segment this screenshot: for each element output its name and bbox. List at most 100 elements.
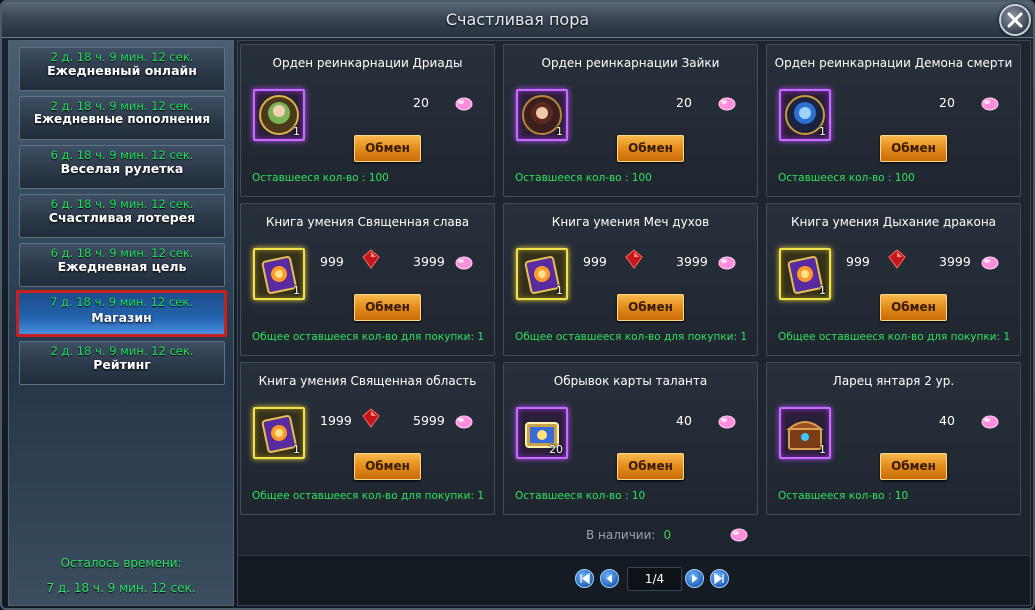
sidebar-item-label: Ежедневные пополнения [33, 112, 211, 126]
available-value: 0 [663, 528, 672, 542]
remaining-stock: Оставшееся кол-во : 100 [515, 172, 652, 184]
ruby-price: 999 [583, 254, 607, 269]
pink-gem-icon [455, 97, 473, 111]
remaining-time-value: 7 д. 18 ч. 9 мин. 12 сек. [46, 581, 196, 595]
item-slot[interactable]: 1 [516, 89, 568, 141]
ruby-price: 1999 [320, 413, 352, 428]
shop-window: Счастливая пора 2 д. 18 ч. 9 мин. 12 сек… [0, 0, 1035, 610]
title-bar: Счастливая пора [2, 2, 1033, 38]
gem-price: 5999 [413, 413, 445, 428]
available-label: В наличии: [586, 528, 656, 542]
sidebar-item-daily-goal[interactable]: 6 д. 18 ч. 9 мин. 12 сек. Ежедневная цел… [19, 243, 225, 287]
exchange-button[interactable]: Обмен [354, 453, 421, 480]
sidebar-item-label: Магазин [91, 310, 152, 325]
sidebar-item-label: Рейтинг [93, 357, 151, 372]
gem-price: 3999 [676, 254, 708, 269]
exchange-button[interactable]: Обмен [354, 294, 421, 321]
sidebar-item-shop[interactable]: 7 д. 18 ч. 9 мин. 12 сек. Магазин [16, 290, 227, 337]
shop-item-card: Орден реинкарнации Дриады 1 20 Обмен Оставше… [240, 44, 495, 197]
exchange-button[interactable]: Обмен [354, 135, 421, 162]
close-icon [1007, 12, 1023, 28]
item-title: Орден реинкарнации Зайки [541, 56, 720, 70]
item-title: Орден реинкарнации Демона смерти [774, 56, 1013, 70]
gem-price: 40 [939, 413, 955, 428]
last-page-button[interactable] [710, 569, 729, 588]
remaining-stock: Оставшееся кол-во : 100 [252, 172, 389, 184]
ruby-price: 999 [846, 254, 870, 269]
prev-page-icon [606, 574, 612, 583]
shop-item-card: Орден реинкарнации Демона смерти 1 20 Обмен… [766, 44, 1021, 197]
item-slot[interactable]: 1 [516, 248, 568, 300]
close-button[interactable] [999, 4, 1031, 36]
item-quantity: 20 [549, 443, 563, 456]
item-slot[interactable]: 1 [779, 89, 831, 141]
event-timer: 7 д. 18 ч. 9 мин. 12 сек. [50, 295, 193, 309]
remaining-stock: Оставшееся кол-во : 10 [778, 490, 909, 502]
remaining-stock: Оставшееся кол-во : 10 [515, 490, 646, 502]
sidebar-item-label: Веселая рулетка [60, 161, 184, 176]
sidebar-item-lottery[interactable]: 6 д. 18 ч. 9 мин. 12 сек. Счастливая лот… [19, 194, 225, 238]
remaining-stock: Оставшееся кол-во : 100 [778, 172, 915, 184]
pink-gem-icon [981, 97, 999, 111]
exchange-button[interactable]: Обмен [617, 294, 684, 321]
item-slot[interactable]: 1 [253, 248, 305, 300]
next-page-button[interactable] [685, 569, 704, 588]
pink-gem-icon [718, 97, 736, 111]
shop-item-card: Ларец янтаря 2 ур. 1 40 Обмен Оставшееся кол… [766, 362, 1021, 515]
remaining-stock: Общее оставшееся кол-во для покупки: 1 [778, 331, 1011, 343]
pink-gem-icon [455, 256, 473, 270]
item-title: Ларец янтаря 2 ур. [832, 374, 955, 388]
exchange-button[interactable]: Обмен [880, 294, 947, 321]
remaining-stock: Общее оставшееся кол-во для покупки: 1 [252, 490, 485, 502]
remaining-stock: Общее оставшееся кол-во для покупки: 1 [252, 331, 485, 343]
sidebar-item-daily-online[interactable]: 2 д. 18 ч. 9 мин. 12 сек. Ежедневный онл… [19, 47, 225, 91]
item-quantity: 1 [293, 284, 300, 297]
item-title: Книга умения Священная область [258, 374, 477, 388]
remaining-time-label: Осталось времени: [60, 556, 182, 570]
shop-panel: Орден реинкарнации Дриады 1 20 Обмен Оставше… [237, 40, 1031, 606]
item-slot[interactable]: 1 [253, 89, 305, 141]
pink-gem-icon [455, 415, 473, 429]
exchange-button[interactable]: Обмен [880, 453, 947, 480]
sidebar-item-label: Счастливая лотерея [48, 210, 196, 225]
item-slot[interactable]: 1 [779, 248, 831, 300]
item-slot[interactable]: 20 [516, 407, 568, 459]
shop-item-card: Книга умения Священная область 1 1999 5999 О… [240, 362, 495, 515]
exchange-button[interactable]: Обмен [880, 135, 947, 162]
item-quantity: 1 [293, 125, 300, 138]
sidebar-item-roulette[interactable]: 6 д. 18 ч. 9 мин. 12 сек. Веселая рулетк… [19, 145, 225, 189]
ruby-icon [625, 249, 643, 269]
gem-price: 20 [676, 95, 692, 110]
first-page-icon [580, 573, 590, 584]
pink-gem-icon [718, 256, 736, 270]
prev-page-button[interactable] [600, 569, 619, 588]
pagination: 1/4 [238, 555, 1030, 605]
ruby-price: 999 [320, 254, 344, 269]
pink-gem-icon [730, 528, 748, 542]
item-quantity: 1 [556, 284, 563, 297]
pink-gem-icon [718, 415, 736, 429]
sidebar-item-daily-topups[interactable]: 2 д. 18 ч. 9 мин. 12 сек. Ежедневные поп… [19, 96, 225, 140]
sidebar-item-label: Ежедневная цель [57, 259, 187, 274]
first-page-button[interactable] [575, 569, 594, 588]
exchange-button[interactable]: Обмен [617, 453, 684, 480]
gem-price: 20 [939, 95, 955, 110]
item-title: Книга умения Меч духов [551, 215, 710, 229]
sidebar-item-label: Ежедневный онлайн [47, 63, 197, 78]
item-quantity: 1 [819, 125, 826, 138]
available-balance: В наличии: 0 [586, 528, 671, 542]
gem-price: 20 [413, 95, 429, 110]
sidebar: 2 д. 18 ч. 9 мин. 12 сек. Ежедневный онл… [8, 40, 234, 606]
item-slot[interactable]: 1 [779, 407, 831, 459]
item-slot[interactable]: 1 [253, 407, 305, 459]
remaining-stock: Общее оставшееся кол-во для покупки: 1 [515, 331, 748, 343]
gem-price: 40 [676, 413, 692, 428]
exchange-button[interactable]: Обмен [617, 135, 684, 162]
sidebar-item-rating[interactable]: 2 д. 18 ч. 9 мин. 12 сек. Рейтинг [19, 341, 225, 385]
item-quantity: 1 [819, 284, 826, 297]
ruby-icon [362, 249, 380, 269]
item-quantity: 1 [556, 125, 563, 138]
item-title: Обрывок карты таланта [553, 374, 708, 388]
item-title: Книга умения Священная слава [265, 215, 470, 229]
ruby-icon [362, 408, 380, 428]
